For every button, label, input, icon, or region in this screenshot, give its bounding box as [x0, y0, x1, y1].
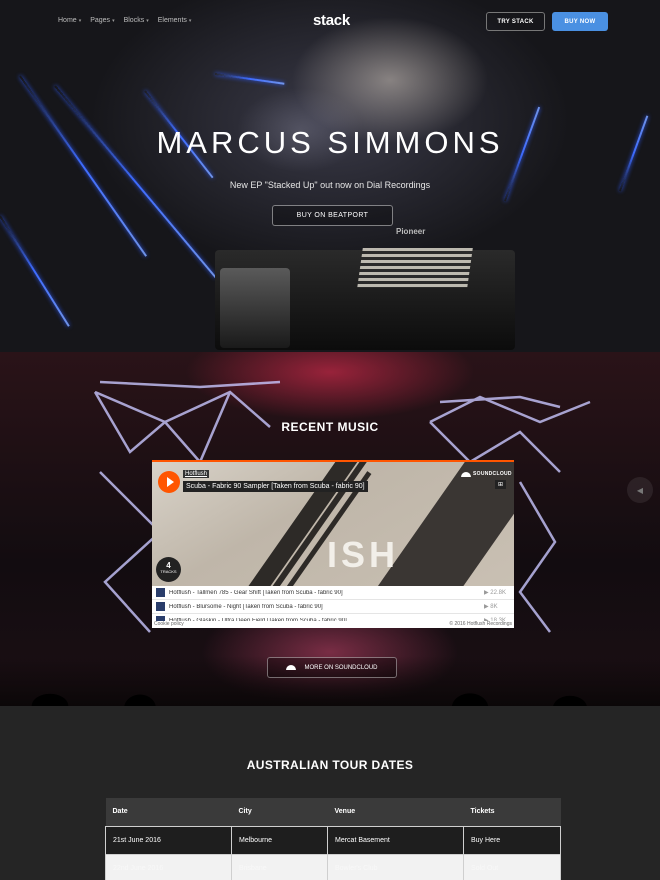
more-on-soundcloud-button[interactable]: MORE ON SOUNDCLOUD [267, 657, 397, 678]
deck-lights [357, 248, 473, 288]
recent-music-title: RECENT MUSIC [281, 420, 379, 434]
column-header: Tickets [463, 798, 561, 826]
try-stack-button[interactable]: TRY STACK [486, 12, 545, 31]
track-thumbnail [156, 602, 165, 611]
tickets-status: Sold Out [463, 853, 561, 880]
deck-brand-label: Pioneer [396, 227, 426, 236]
table-row: 22nd June 2016 Brisbane Bowler's Club So… [105, 853, 561, 880]
nav-item-pages[interactable]: Pages ▾ [90, 17, 114, 24]
chevron-down-icon: ▾ [112, 17, 115, 24]
chevron-down-icon: ▾ [78, 17, 82, 24]
stage-light-beam [0, 215, 70, 327]
table-cell: Mercat Basement [327, 825, 464, 855]
sc-user-link[interactable]: Hotflush [183, 470, 210, 478]
play-button[interactable] [158, 471, 180, 493]
sc-track-title[interactable]: Scuba - Fabric 90 Sampler [Taken from Sc… [183, 481, 368, 492]
chevron-left-icon[interactable]: ◀ [627, 477, 653, 503]
column-header: Venue [327, 798, 464, 826]
table-header-row: Date City Venue Tickets [105, 798, 561, 826]
soundcloud-logo[interactable]: SOUNDCLOUD [461, 471, 512, 477]
stage-light-beam [19, 75, 148, 257]
cookie-policy-link[interactable]: Cookie policy [154, 621, 184, 628]
logo[interactable]: stack [313, 12, 350, 29]
track-title: Hotflush - Blursome - Night [Taken from … [169, 603, 323, 610]
table-row: 21st June 2016 Melbourne Mercat Basement… [105, 825, 561, 855]
tour-dates-section: AUSTRALIAN TOUR DATES Date City Venue Ti… [0, 706, 660, 880]
album-artwork: ISH Hotflush Scuba - Fabric 90 Sampler [… [152, 462, 514, 586]
sc-footer: Cookie policy © 2016 Hotflush Recordings [152, 621, 514, 628]
buy-on-beatport-button[interactable]: BUY ON BEATPORT [272, 205, 393, 226]
play-count: ▶ 22.8K [484, 590, 506, 596]
artwork-lettering: ISH [327, 534, 400, 575]
soundcloud-player: ISH Hotflush Scuba - Fabric 90 Sampler [… [152, 460, 514, 628]
track-title: Hotflush - Tallmen 785 - Gear Shift [Tak… [169, 589, 343, 596]
column-header: City [231, 798, 328, 826]
soundcloud-icon [286, 665, 297, 670]
column-header: Date [105, 798, 232, 826]
hero-title: MARCUS SIMMONS [156, 125, 504, 160]
nav-item-elements[interactable]: Elements ▾ [158, 17, 192, 24]
cart-icon[interactable]: ⊞ [495, 480, 506, 489]
tour-table: Date City Venue Tickets 21st June 2016 M… [105, 798, 561, 880]
buy-now-button[interactable]: BUY NOW [552, 12, 608, 31]
hero-subtitle: New EP "Stacked Up" out now on Dial Reco… [229, 180, 431, 190]
track-thumbnail [156, 588, 165, 597]
track-count-badge: 4 TRACKS [156, 557, 181, 582]
track-row[interactable]: Hotflush - Blursome - Night [Taken from … [152, 600, 514, 614]
dj-speaker [220, 268, 290, 348]
nav-item-blocks[interactable]: Blocks ▾ [124, 17, 149, 24]
buy-tickets-link[interactable]: Buy Here [463, 825, 561, 855]
chevron-down-icon: ▾ [146, 17, 149, 24]
stage-light-beam [214, 73, 285, 85]
hero-section: Pioneer MARCUS SIMMONS New EP "Stacked U… [0, 0, 660, 352]
table-cell: Bowler's Club [327, 853, 464, 880]
table-cell: Melbourne [231, 825, 328, 855]
soundcloud-icon [461, 471, 471, 477]
copyright-text: © 2016 Hotflush Recordings [449, 621, 512, 627]
table-cell: Brisbane [231, 853, 328, 880]
table-cell: 22nd June 2016 [105, 853, 232, 880]
top-nav: Home ▾ Pages ▾ Blocks ▾ Elements ▾ stack TRY… [0, 0, 660, 44]
chevron-down-icon: ▾ [188, 17, 192, 24]
nav-links: Home ▾ Pages ▾ Blocks ▾ Elements ▾ [58, 17, 191, 24]
tour-title: AUSTRALIAN TOUR DATES [246, 758, 414, 772]
play-count: ▶ 8K [484, 604, 498, 610]
track-row[interactable]: Hotflush - Tallmen 785 - Gear Shift [Tak… [152, 586, 514, 600]
nav-item-home[interactable]: Home ▾ [58, 17, 81, 24]
table-cell: 21st June 2016 [105, 825, 232, 855]
more-on-soundcloud-label: MORE ON SOUNDCLOUD [304, 664, 378, 671]
